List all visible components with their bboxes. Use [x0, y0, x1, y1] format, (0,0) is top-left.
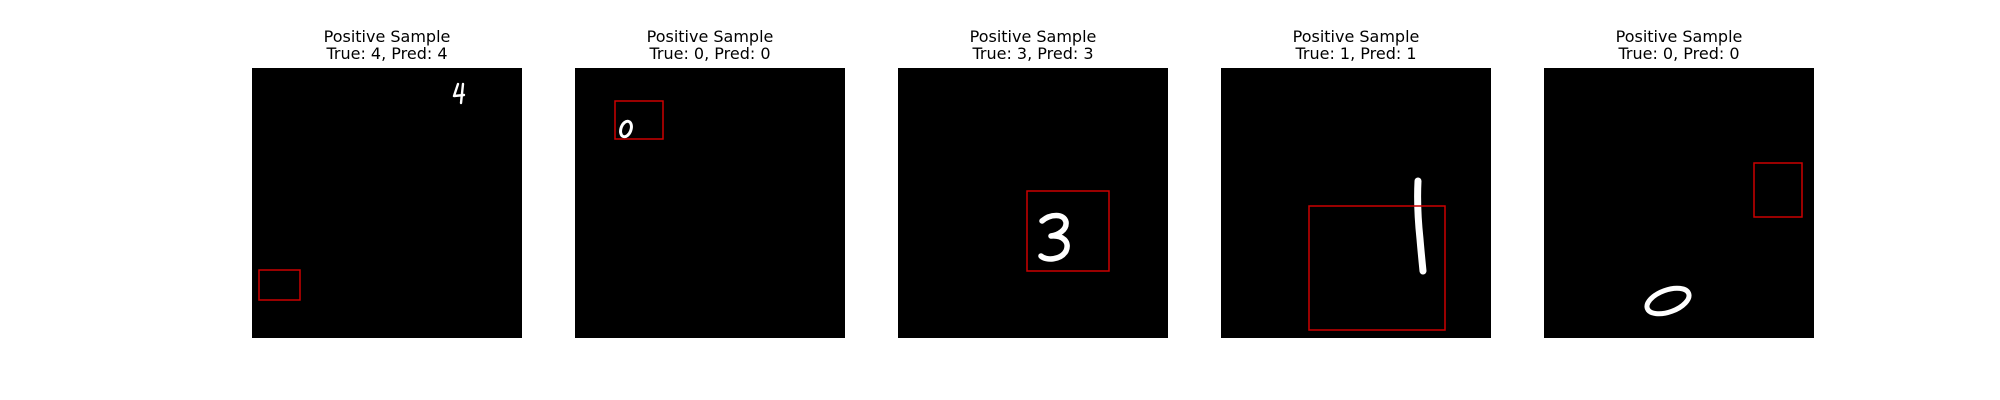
digit-image [1544, 68, 1814, 338]
sample-panel-3: Positive Sample True: 3, Pred: 3 [898, 0, 1168, 340]
digit-image [1221, 68, 1491, 338]
panel-title: Positive Sample True: 0, Pred: 0 [575, 28, 845, 62]
handwritten-digit-3 [1038, 212, 1070, 262]
digit-canvas [1644, 162, 1803, 317]
panel-title: Positive Sample True: 4, Pred: 4 [252, 28, 522, 62]
panel-title: Positive Sample True: 0, Pred: 0 [1544, 28, 1814, 62]
digit-canvas [258, 82, 466, 301]
handwritten-digit-0 [1644, 285, 1692, 317]
panel-title-label: Positive Sample [323, 27, 451, 46]
sample-panel-1: Positive Sample True: 4, Pred: 4 [252, 0, 522, 340]
prediction-box [1026, 190, 1110, 272]
sample-panel-4: Positive Sample True: 1, Pred: 1 [1221, 0, 1491, 340]
panel-title-label: Positive Sample [646, 27, 774, 46]
digit-canvas [614, 100, 664, 140]
panel-title-label: Positive Sample [969, 27, 1097, 46]
panel-subtitle-label: True: 0, Pred: 0 [649, 44, 771, 63]
digit-image [252, 68, 522, 338]
sample-panel-2: Positive Sample True: 0, Pred: 0 [575, 0, 845, 340]
digit-image [898, 68, 1168, 338]
panel-title-label: Positive Sample [1615, 27, 1743, 46]
panel-title-label: Positive Sample [1292, 27, 1420, 46]
panel-subtitle-label: True: 4, Pred: 4 [326, 44, 448, 63]
handwritten-digit-4 [452, 82, 466, 105]
panel-subtitle-label: True: 0, Pred: 0 [1618, 44, 1740, 63]
panel-subtitle-label: True: 1, Pred: 1 [1295, 44, 1417, 63]
handwritten-digit-0 [619, 119, 633, 139]
prediction-box [258, 269, 301, 301]
panel-title: Positive Sample True: 3, Pred: 3 [898, 28, 1168, 62]
handwritten-digit-1 [1414, 177, 1427, 275]
digit-image [575, 68, 845, 338]
panel-title: Positive Sample True: 1, Pred: 1 [1221, 28, 1491, 62]
digit-canvas [1026, 190, 1110, 272]
panel-subtitle-label: True: 3, Pred: 3 [972, 44, 1094, 63]
digit-canvas [1308, 177, 1446, 331]
sample-panel-5: Positive Sample True: 0, Pred: 0 [1544, 0, 1814, 340]
prediction-box [1753, 162, 1803, 218]
